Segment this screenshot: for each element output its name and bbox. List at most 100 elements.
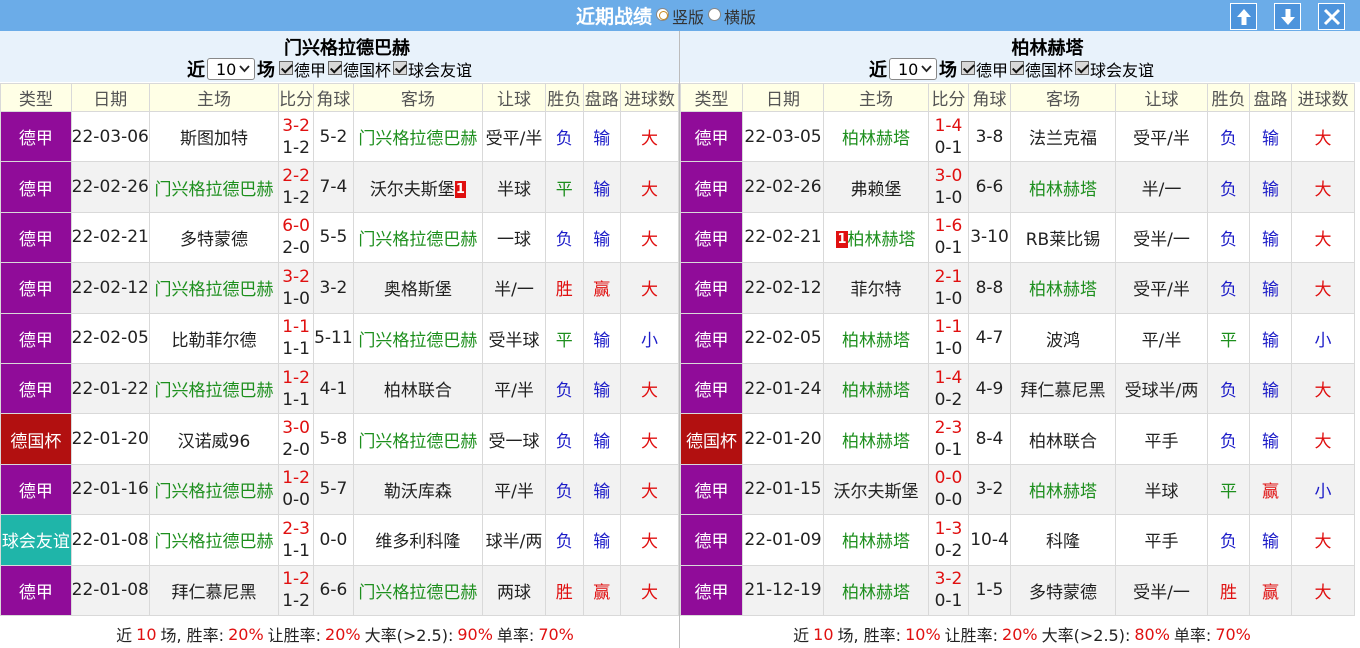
score-cell[interactable]: 2-3 1-1: [278, 514, 315, 566]
scroll-down-button[interactable]: [1274, 3, 1301, 30]
score-cell[interactable]: 2-1 1-0: [928, 262, 969, 314]
corner-cell: 3-10: [968, 211, 1011, 264]
away-team-cell[interactable]: 门兴格拉德巴赫: [352, 564, 483, 616]
away-team-cell[interactable]: 门兴格拉德巴赫: [352, 312, 483, 364]
away-team-cell[interactable]: 门兴格拉德巴赫: [352, 110, 483, 163]
league-cell[interactable]: 德甲: [0, 161, 72, 213]
home-team-cell[interactable]: 柏林赫塔: [823, 110, 929, 163]
score-cell[interactable]: 3-2 1-0: [278, 262, 315, 314]
league-cell[interactable]: 德甲: [680, 362, 743, 415]
score-cell[interactable]: 1-1 1-0: [928, 312, 969, 364]
table-row: 德甲 22-02-21 1柏林赫塔 1-6 0-1 3-10 RB莱比锡 受半/一负输大: [680, 211, 1355, 264]
league-cell[interactable]: 德甲: [680, 463, 743, 516]
home-team-cell[interactable]: 门兴格拉德巴赫: [148, 262, 280, 314]
score-cell[interactable]: 1-2 0-0: [278, 463, 315, 516]
league-cell[interactable]: 球会友谊: [0, 514, 72, 566]
league-cell[interactable]: 德甲: [680, 161, 743, 213]
score-cell[interactable]: 2-3 0-1: [928, 413, 969, 465]
score-cell[interactable]: 1-4 0-1: [928, 110, 969, 163]
home-team-cell[interactable]: 门兴格拉德巴赫: [148, 161, 280, 213]
corner-cell: 3-8: [968, 110, 1011, 163]
away-team-cell[interactable]: 柏林赫塔: [1010, 161, 1116, 213]
filter-friendly-checkbox[interactable]: [393, 61, 408, 75]
league-cell[interactable]: 德甲: [0, 362, 72, 415]
score-cell[interactable]: 3-2 0-1: [928, 564, 969, 616]
filter-cup-checkbox[interactable]: [1010, 61, 1025, 75]
away-team-cell[interactable]: RB莱比锡: [1010, 211, 1116, 264]
home-team-cell[interactable]: 沃尔夫斯堡: [823, 463, 929, 516]
away-team-cell[interactable]: 拜仁慕尼黑: [1010, 362, 1116, 415]
score-cell[interactable]: 1-3 0-2: [928, 514, 969, 566]
league-cell[interactable]: 德甲: [0, 564, 72, 616]
away-team-cell[interactable]: 门兴格拉德巴赫: [352, 211, 483, 264]
score-cell[interactable]: 0-0 0-0: [928, 463, 969, 516]
away-team-cell[interactable]: 门兴格拉德巴赫: [352, 413, 483, 465]
recent-count-select[interactable]: 10: [207, 58, 255, 80]
home-team-cell[interactable]: 菲尔特: [823, 262, 929, 314]
league-cell[interactable]: 德甲: [680, 564, 743, 616]
away-team-cell[interactable]: 沃尔夫斯堡1: [352, 161, 483, 213]
home-team-cell[interactable]: 柏林赫塔: [823, 514, 929, 566]
score-cell[interactable]: 3-0 1-0: [928, 161, 969, 213]
score-cell[interactable]: 1-6 0-1: [928, 211, 969, 264]
home-team-cell[interactable]: 门兴格拉德巴赫: [148, 463, 280, 516]
score-cell[interactable]: 2-2 1-2: [278, 161, 315, 213]
score-cell[interactable]: 3-2 1-2: [278, 110, 315, 163]
home-team-cell[interactable]: 多特蒙德: [148, 211, 280, 264]
close-button[interactable]: [1318, 3, 1345, 30]
away-team-cell[interactable]: 法兰克福: [1010, 110, 1116, 163]
league-cell[interactable]: 德甲: [680, 514, 743, 566]
home-team-cell[interactable]: 柏林赫塔: [823, 413, 929, 465]
league-cell[interactable]: 德甲: [680, 312, 743, 364]
filter-friendly-label: 球会友谊: [1090, 61, 1155, 80]
home-team-cell[interactable]: 汉诺威96: [148, 413, 280, 465]
home-team-cell[interactable]: 比勒菲尔德: [148, 312, 280, 364]
away-team-cell[interactable]: 波鸿: [1010, 312, 1116, 364]
home-team-cell[interactable]: 拜仁慕尼黑: [148, 564, 280, 616]
table-row: 德甲 22-02-26 弗赖堡 3-0 1-0 6-6 柏林赫塔 半/一负输大: [680, 161, 1355, 213]
recent-count-select[interactable]: 10: [889, 58, 937, 80]
filter-cup-checkbox[interactable]: [328, 61, 343, 75]
league-cell[interactable]: 德国杯: [0, 413, 72, 465]
score-cell[interactable]: 3-0 2-0: [278, 413, 315, 465]
score-cell[interactable]: 1-2 1-2: [278, 564, 315, 616]
league-cell[interactable]: 德甲: [0, 312, 72, 364]
league-cell[interactable]: 德甲: [0, 211, 72, 264]
league-cell[interactable]: 德甲: [680, 262, 743, 314]
away-team-cell[interactable]: 柏林联合: [352, 362, 483, 415]
league-cell[interactable]: 德甲: [0, 262, 72, 314]
away-team-cell[interactable]: 多特蒙德: [1010, 564, 1116, 616]
league-cell[interactable]: 德甲: [0, 110, 72, 163]
league-cell[interactable]: 德国杯: [680, 413, 743, 465]
home-team-cell[interactable]: 弗赖堡: [823, 161, 929, 213]
league-cell[interactable]: 德甲: [680, 211, 743, 264]
home-team-cell[interactable]: 柏林赫塔: [823, 312, 929, 364]
away-team-name: RB莱比锡: [1025, 229, 1101, 250]
radio-horizontal[interactable]: [708, 8, 722, 21]
home-team-cell[interactable]: 柏林赫塔: [823, 564, 929, 616]
home-team-cell[interactable]: 柏林赫塔: [823, 362, 929, 415]
away-team-cell[interactable]: 奥格斯堡: [352, 262, 483, 314]
score-cell[interactable]: 1-4 0-2: [928, 362, 969, 415]
score-cell[interactable]: 6-0 2-0: [278, 211, 315, 264]
away-team-cell[interactable]: 科隆: [1010, 514, 1116, 566]
away-team-cell[interactable]: 柏林赫塔: [1010, 262, 1116, 314]
goals-cell: 大: [1291, 514, 1355, 566]
filter-friendly-checkbox[interactable]: [1075, 61, 1090, 75]
home-team-cell[interactable]: 1柏林赫塔: [823, 211, 929, 264]
away-team-cell[interactable]: 柏林赫塔: [1010, 463, 1116, 516]
away-team-cell[interactable]: 柏林联合: [1010, 413, 1116, 465]
league-cell[interactable]: 德甲: [0, 463, 72, 516]
away-team-cell[interactable]: 维多利科隆: [352, 514, 483, 566]
filter-bundesliga-checkbox[interactable]: [961, 61, 975, 75]
scroll-up-button[interactable]: [1230, 3, 1257, 30]
home-team-cell[interactable]: 门兴格拉德巴赫: [148, 362, 280, 415]
league-cell[interactable]: 德甲: [680, 110, 743, 163]
away-team-cell[interactable]: 勒沃库森: [352, 463, 483, 516]
radio-vertical[interactable]: [656, 8, 670, 21]
score-cell[interactable]: 1-1 1-1: [278, 312, 315, 364]
filter-bundesliga-checkbox[interactable]: [279, 61, 293, 75]
home-team-cell[interactable]: 斯图加特: [148, 110, 280, 163]
score-cell[interactable]: 1-2 1-1: [278, 362, 315, 415]
home-team-cell[interactable]: 门兴格拉德巴赫: [148, 514, 280, 566]
